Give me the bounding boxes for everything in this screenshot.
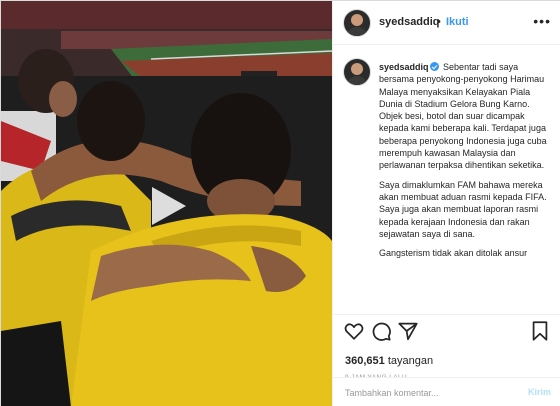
comment-input[interactable] [345, 385, 505, 401]
verified-badge-icon [429, 62, 439, 71]
post-side-panel: syedsaddiq • Ikuti ••• syedsaddiq Sebent… [332, 1, 560, 406]
stands-crowd-upper [1, 1, 332, 29]
view-count-number: 360,651 [345, 355, 385, 367]
save-button[interactable] [529, 320, 551, 342]
caption-avatar[interactable] [343, 58, 371, 86]
instagram-post: syedsaddiq • Ikuti ••• syedsaddiq Sebent… [0, 0, 560, 406]
avatar-face [351, 63, 363, 75]
caption-text-2: Saya dimaklumkan FAM bahawa mereka akan … [379, 179, 547, 239]
header-separator: • [437, 16, 441, 28]
post-caption: syedsaddiq Sebentar tadi saya bersama pe… [379, 61, 547, 266]
bookmark-icon [532, 321, 548, 341]
post-header: syedsaddiq • Ikuti ••• [333, 1, 560, 45]
heart-icon [344, 323, 364, 340]
avatar-shoulders [346, 76, 368, 85]
view-count-label: tayangan [387, 355, 434, 367]
comment-icon [372, 322, 391, 341]
share-button[interactable] [397, 320, 419, 342]
comments-section: syedsaddiq Sebentar tadi saya bersama pe… [333, 46, 560, 314]
caption-username[interactable]: syedsaddiq [379, 62, 429, 72]
post-comment-button[interactable]: Kirim [528, 387, 551, 397]
header-username[interactable]: syedsaddiq [379, 16, 440, 28]
fan-face-left [49, 81, 77, 117]
caption-paragraph: syedsaddiq Sebentar tadi saya bersama pe… [379, 61, 547, 172]
caption-text-3: Gangsterism tidak akan ditolak ansur [379, 248, 528, 259]
add-comment-bar: Kirim [333, 377, 560, 406]
follow-button[interactable]: Ikuti [446, 16, 469, 28]
view-count[interactable]: 360,651 tayangan [345, 355, 433, 367]
play-icon [152, 187, 186, 225]
like-button[interactable] [343, 320, 365, 342]
play-button[interactable] [144, 183, 190, 229]
avatar-face [351, 14, 363, 26]
caption-text-1: Sebentar tadi saya bersama penyokong-pen… [379, 62, 547, 171]
avatar-shoulders [346, 27, 368, 36]
comment-button[interactable] [370, 320, 392, 342]
share-icon [398, 322, 418, 341]
more-options-icon[interactable]: ••• [533, 13, 551, 29]
avatar[interactable] [343, 9, 371, 37]
shadow-lower-left [1, 321, 71, 406]
fan-head-middle [77, 81, 145, 161]
post-video[interactable] [1, 1, 332, 406]
